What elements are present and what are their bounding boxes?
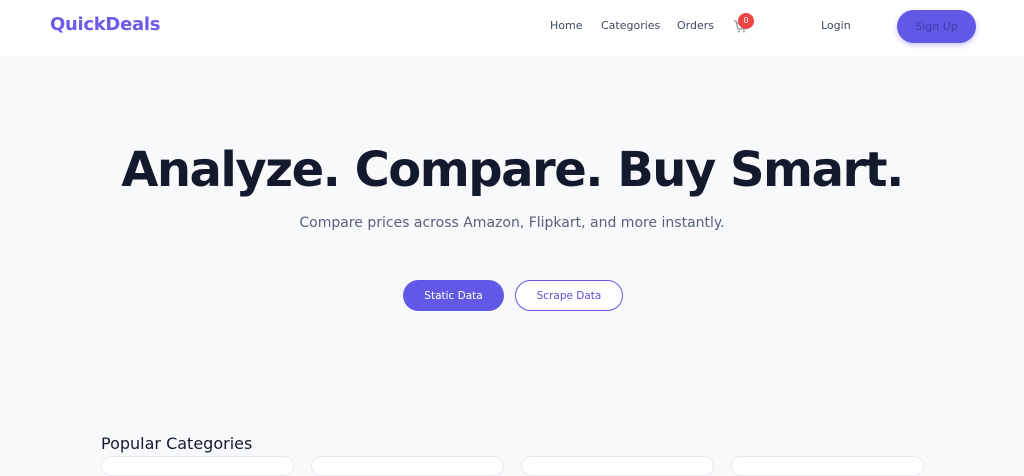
- hero-subtitle: Compare prices across Amazon, Flipkart, …: [299, 215, 725, 231]
- nav-home-link[interactable]: Home: [550, 19, 582, 32]
- category-card[interactable]: [311, 456, 504, 476]
- login-link[interactable]: Login: [821, 19, 851, 32]
- nav-categories-link[interactable]: Categories: [601, 19, 660, 32]
- brand-logo[interactable]: QuickDeals: [50, 14, 160, 35]
- signup-button[interactable]: Sign Up: [897, 10, 976, 43]
- category-card[interactable]: [521, 456, 714, 476]
- scrape-data-button[interactable]: Scrape Data: [515, 280, 623, 311]
- nav-orders-link[interactable]: Orders: [677, 19, 714, 32]
- navbar: QuickDeals Home Categories Orders 0 Logi…: [0, 0, 1024, 56]
- hero-title: Analyze. Compare. Buy Smart.: [121, 142, 904, 198]
- category-card[interactable]: [731, 456, 924, 476]
- cart-count-badge: 0: [738, 13, 754, 29]
- section-title: Popular Categories: [101, 434, 253, 453]
- static-data-button[interactable]: Static Data: [403, 280, 504, 311]
- category-card[interactable]: [101, 456, 294, 476]
